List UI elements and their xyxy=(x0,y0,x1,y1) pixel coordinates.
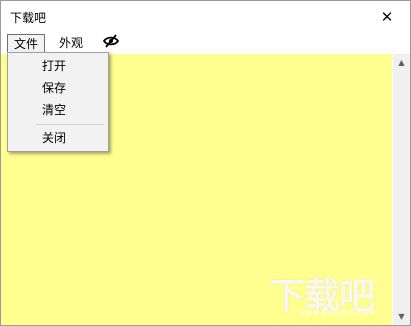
menu-separator xyxy=(36,124,104,125)
vertical-scrollbar[interactable]: ▲ ▼ xyxy=(393,54,410,325)
close-icon: ✕ xyxy=(380,7,394,26)
watermark-url: www.xiazaiba.com xyxy=(299,308,374,317)
menu-item-save[interactable]: 保存 xyxy=(42,80,66,96)
eye-slash-icon[interactable] xyxy=(97,33,125,52)
menu-item-close[interactable]: 关闭 xyxy=(42,130,66,146)
file-menu-dropdown: 打开 保存 清空 关闭 xyxy=(7,52,109,152)
eye-slash-glyph xyxy=(102,34,120,48)
menu-item-clear[interactable]: 清空 xyxy=(42,102,66,118)
watermark: 下载吧 www.xiazaiba.com xyxy=(264,267,375,317)
app-window: 下载吧 ✕ 文件 外观 下载吧 www.xiazaiba.com ▲ ▼ xyxy=(0,0,411,326)
menu-appearance[interactable]: 外观 xyxy=(53,34,89,53)
close-button[interactable]: ✕ xyxy=(364,1,410,32)
window-title: 下载吧 xyxy=(10,11,47,25)
scroll-down-icon[interactable]: ▼ xyxy=(393,308,410,325)
title-bar: 下载吧 ✕ xyxy=(1,1,410,32)
menu-item-open[interactable]: 打开 xyxy=(42,58,66,74)
menu-bar: 文件 外观 xyxy=(1,32,410,55)
scroll-up-icon[interactable]: ▲ xyxy=(393,54,410,71)
